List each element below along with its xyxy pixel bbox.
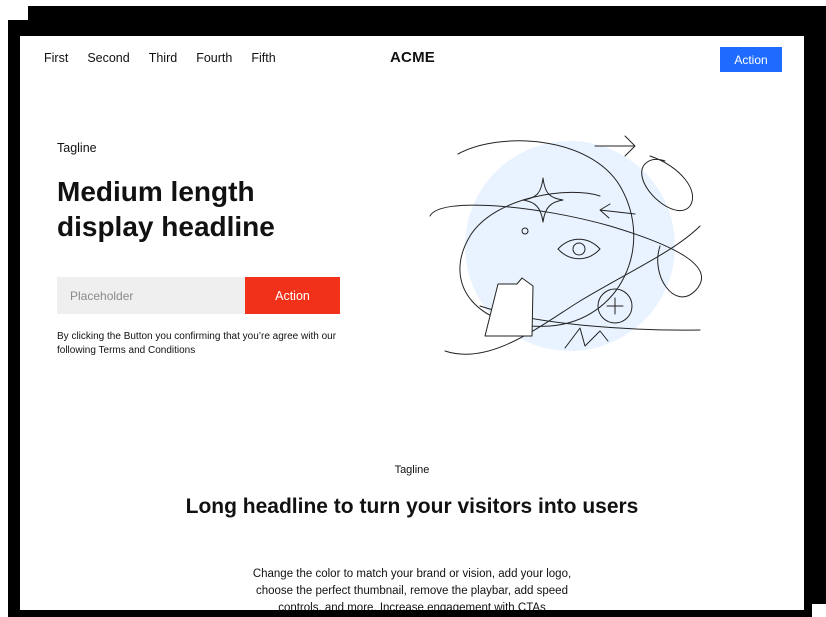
nav-link-first[interactable]: First xyxy=(44,51,68,65)
nav-link-fourth[interactable]: Fourth xyxy=(196,51,232,65)
nav-links: First Second Third Fourth Fifth xyxy=(44,51,295,65)
landing-page: First Second Third Fourth Fifth ACME Act… xyxy=(20,36,804,610)
hero-tagline: Tagline xyxy=(57,141,97,155)
hero-headline: Medium length display headline xyxy=(57,176,275,242)
nav-link-third[interactable]: Third xyxy=(149,51,177,65)
brand-logo[interactable]: ACME xyxy=(390,49,435,66)
hero-illustration xyxy=(429,135,702,355)
terms-text: By clicking the Button you confirming th… xyxy=(57,331,337,356)
form-action-button[interactable]: Action xyxy=(245,277,340,314)
section-headline: Long headline to turn your visitors into… xyxy=(185,495,639,518)
nav-link-fifth[interactable]: Fifth xyxy=(251,51,275,65)
nav-action-button[interactable]: Action xyxy=(720,47,782,72)
top-navigation: First Second Third Fourth Fifth ACME Act… xyxy=(20,36,804,82)
signup-form: Action xyxy=(57,277,340,314)
section-tagline: Tagline xyxy=(394,464,430,476)
section-body: Change the color to match your brand or … xyxy=(252,568,572,610)
email-input[interactable] xyxy=(57,277,245,314)
nav-link-second[interactable]: Second xyxy=(87,51,129,65)
